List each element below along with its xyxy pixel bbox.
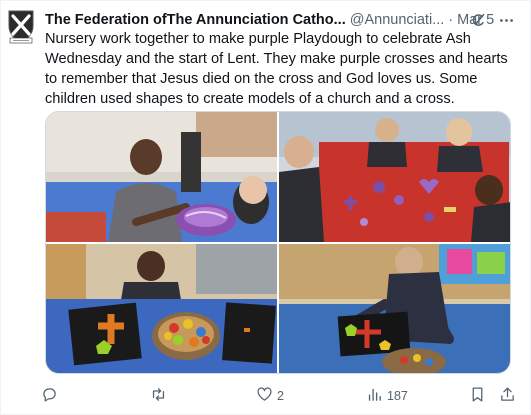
bookmark-button[interactable]: [469, 384, 486, 408]
like-count: 2: [277, 389, 284, 403]
like-button[interactable]: 2: [256, 384, 284, 408]
photo-mixing-playdough[interactable]: [46, 112, 277, 242]
author-handle[interactable]: @Annunciati...: [350, 12, 445, 28]
tweet-actions: 2 187: [41, 384, 521, 408]
retweet-icon: [150, 386, 167, 406]
author-name[interactable]: The Federation ofThe Annunciation Catho.…: [45, 12, 346, 28]
bookmark-icon: [469, 386, 486, 406]
dot-separator: ·: [448, 12, 454, 28]
view-count: 187: [387, 389, 408, 403]
grok-icon[interactable]: [469, 10, 487, 30]
more-icon[interactable]: [497, 10, 515, 30]
reply-button[interactable]: [41, 384, 62, 408]
views-button[interactable]: 187: [366, 384, 408, 408]
reply-icon: [41, 386, 58, 406]
tweet-header: The Federation ofThe Annunciation Catho.…: [45, 10, 525, 30]
photo-church-shapes[interactable]: [46, 244, 277, 373]
tweet-card[interactable]: The Federation ofThe Annunciation Catho.…: [0, 0, 531, 415]
retweet-button[interactable]: [150, 384, 171, 408]
heart-icon: [256, 386, 273, 406]
tweet-text: Nursery work together to make purple Pla…: [45, 31, 508, 107]
share-icon: [499, 386, 516, 406]
photo-grid: [45, 111, 511, 374]
photo-cross-shapes[interactable]: [279, 244, 510, 373]
share-button[interactable]: [499, 384, 516, 408]
views-icon: [366, 386, 383, 406]
photo-shaping-playdough[interactable]: [279, 112, 510, 242]
school-crest-avatar[interactable]: [7, 8, 35, 44]
